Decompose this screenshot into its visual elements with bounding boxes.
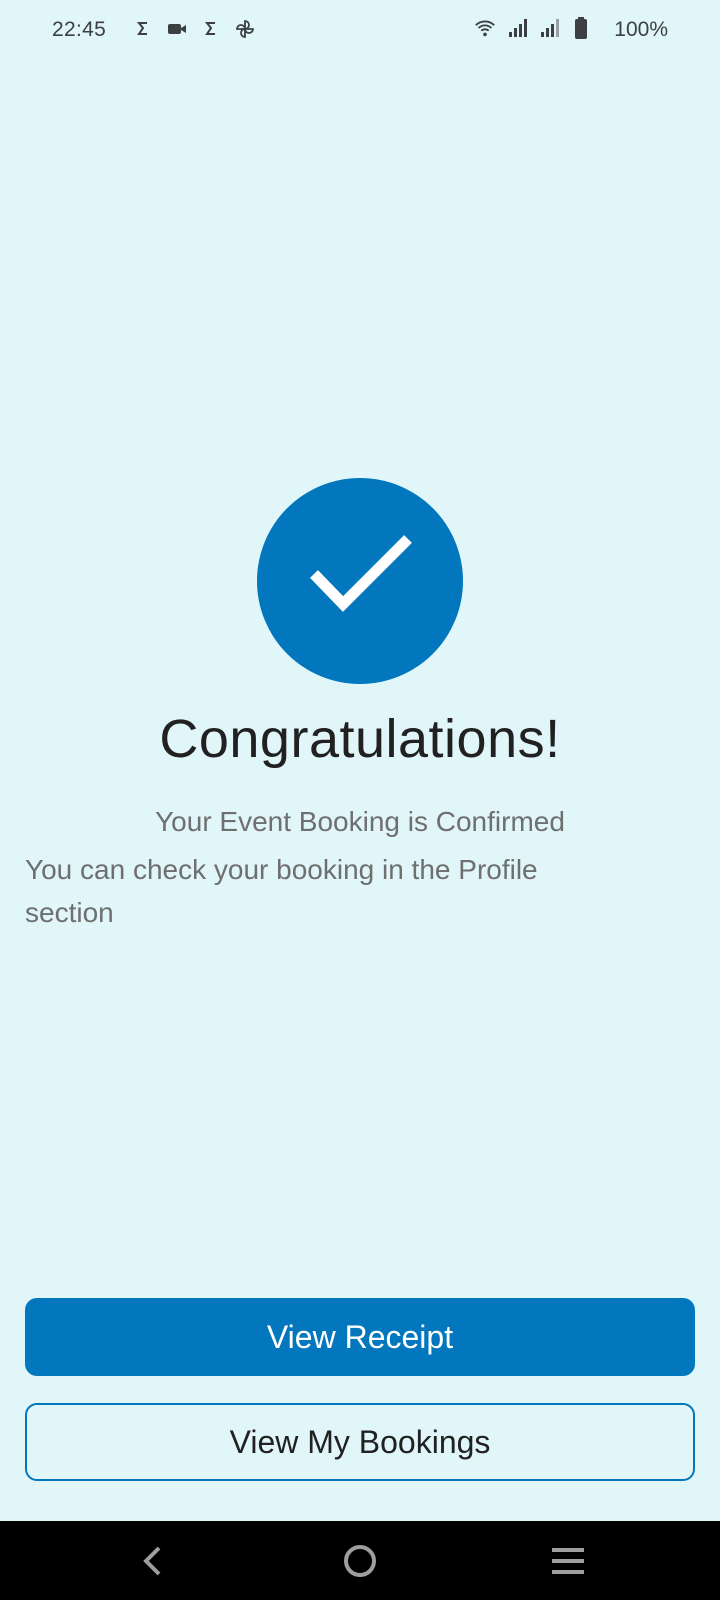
recent-apps-icon[interactable] — [545, 1538, 591, 1584]
confirmation-title: Congratulations! — [159, 709, 561, 769]
s-logo-icon — [132, 18, 154, 40]
view-receipt-button[interactable]: View Receipt — [25, 1298, 695, 1376]
battery-icon — [570, 17, 592, 39]
signal-icon — [538, 17, 560, 39]
s-logo-icon — [200, 18, 222, 40]
pinwheel-icon — [234, 18, 256, 40]
signal-icon — [506, 17, 528, 39]
video-camera-icon — [166, 18, 188, 40]
check-circle-icon — [257, 478, 463, 684]
home-icon[interactable] — [337, 1538, 383, 1584]
battery-percentage: 100% — [614, 18, 668, 41]
view-my-bookings-button[interactable]: View My Bookings — [25, 1403, 695, 1481]
navigation-bar — [0, 1521, 720, 1600]
confirmation-message: You can check your booking in the Profil… — [25, 854, 538, 928]
back-icon[interactable] — [130, 1538, 176, 1584]
notification-icons — [132, 18, 256, 40]
wifi-icon — [474, 17, 496, 39]
booking-confirmation-screen: 22:45 100% Congratulations! Your Event B… — [0, 0, 720, 1600]
confirmation-subtitle: Your Event Booking is Confirmed — [155, 806, 565, 837]
status-time: 22:45 — [52, 18, 107, 41]
status-bar: 22:45 100% — [0, 0, 720, 62]
